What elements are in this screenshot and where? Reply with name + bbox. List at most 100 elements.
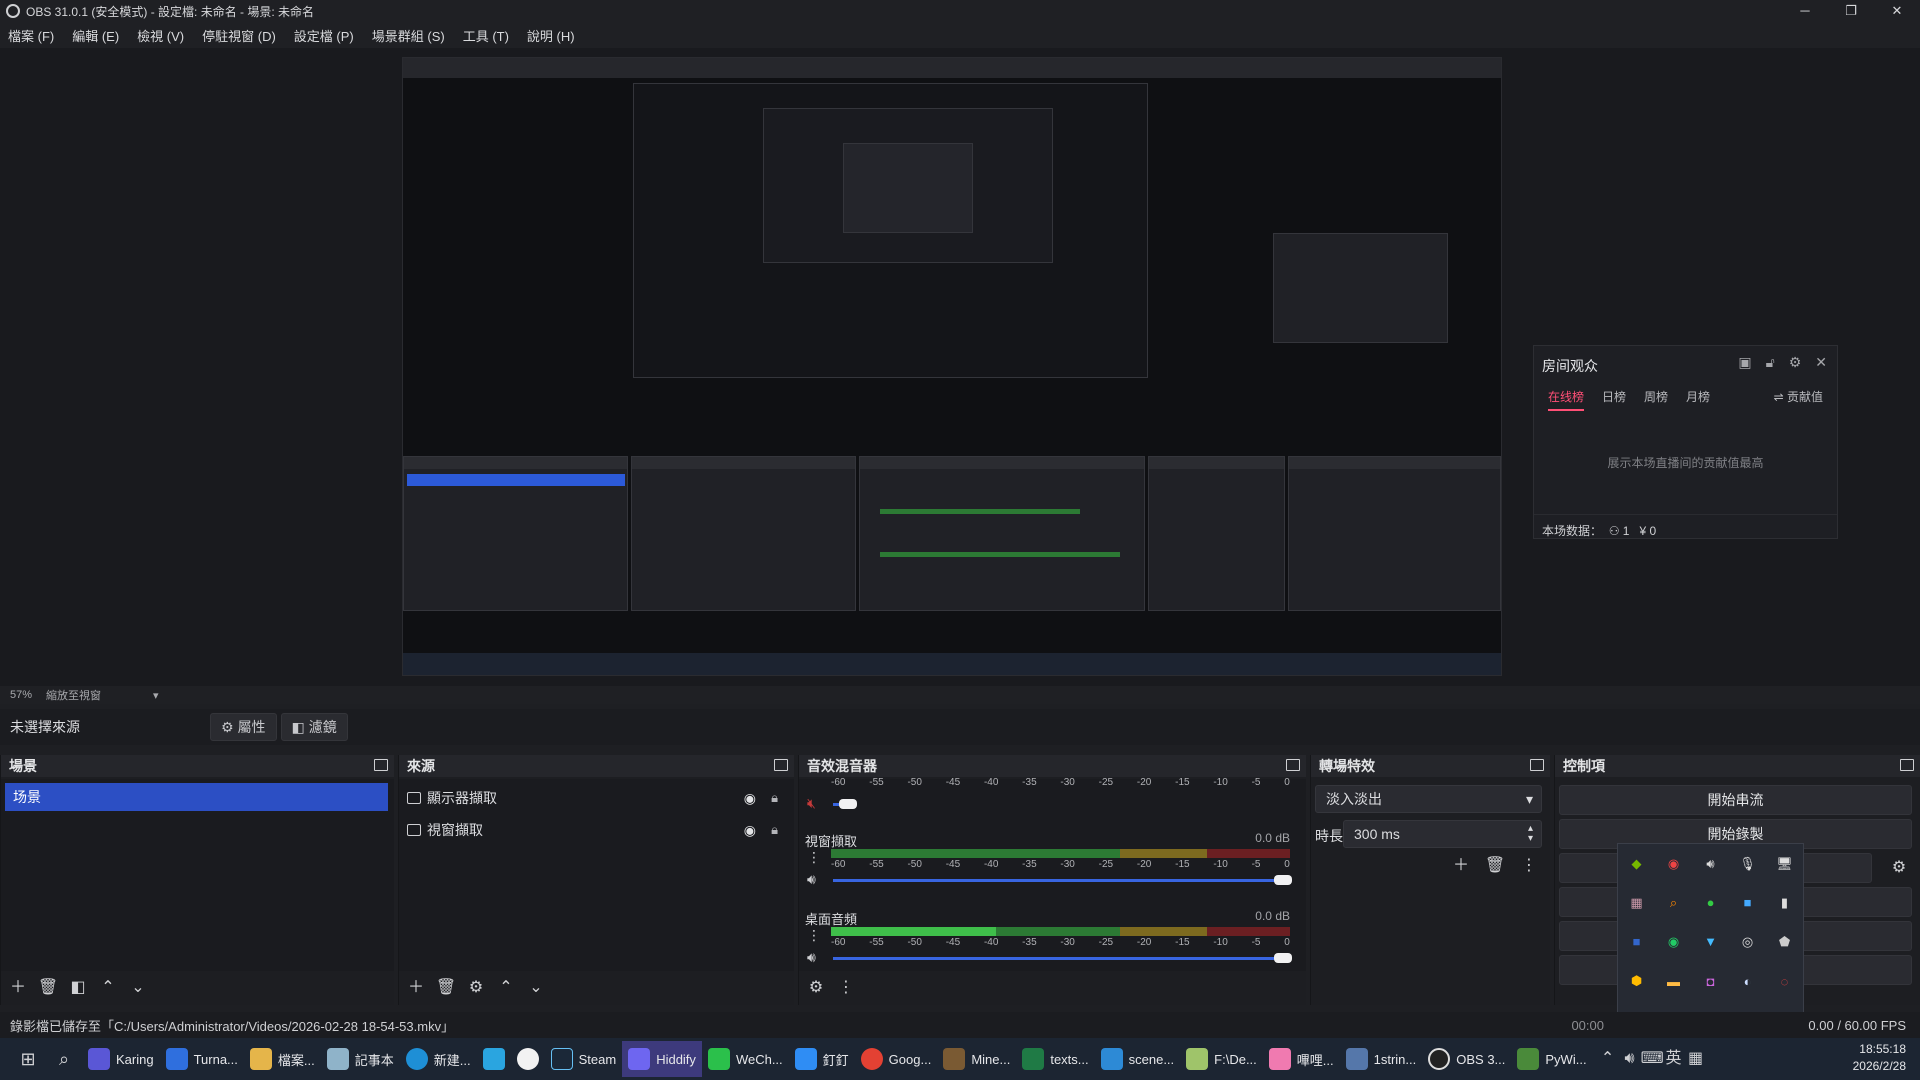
app-icon[interactable]: ▦	[1618, 883, 1655, 922]
taskbar-app[interactable]: F:\De...	[1180, 1041, 1263, 1077]
taskbar-app[interactable]: scene...	[1095, 1041, 1181, 1077]
source-item[interactable]: 顯示器擷取 ◉ 🔒︎	[403, 783, 788, 813]
properties-button[interactable]: ⚙ 屬性	[210, 713, 277, 741]
slider-knob[interactable]	[1274, 953, 1292, 963]
track-menu-icon[interactable]: ⋮	[807, 849, 821, 866]
add-transition-icon[interactable]: ＋	[1450, 855, 1472, 877]
taskbar-app[interactable]: PyWi...	[1511, 1041, 1592, 1077]
folder-icon[interactable]: ▬	[1655, 962, 1692, 1001]
menu-profile[interactable]: 設定檔 (P)	[294, 26, 354, 45]
steam-icon[interactable]: ◐	[1729, 962, 1766, 1001]
undock-icon[interactable]	[1900, 759, 1914, 771]
tab-daily[interactable]: 日榜	[1602, 388, 1626, 411]
mixer-menu-icon[interactable]: ⋮	[835, 977, 857, 999]
microphone-icon[interactable]: 🎙︎	[1729, 844, 1766, 883]
taskbar-app[interactable]: Goog...	[855, 1041, 938, 1077]
filters-button[interactable]: ◧ 濾鏡	[280, 713, 348, 741]
menu-edit[interactable]: 編輯 (E)	[72, 26, 119, 45]
volume-slider[interactable]	[833, 953, 1292, 963]
taskbar-app[interactable]: 釘釘	[789, 1041, 855, 1077]
taskbar-app[interactable]: 檔案...	[244, 1041, 321, 1077]
add-source-icon[interactable]: ＋	[405, 977, 427, 999]
tab-online[interactable]: 在线榜	[1548, 388, 1585, 411]
remove-scene-icon[interactable]: 🗑︎	[37, 977, 59, 999]
sync-icon[interactable]: ◎	[1729, 922, 1766, 961]
vpn-icon[interactable]: ▼	[1692, 922, 1729, 961]
search-icon[interactable]: ⌕	[46, 1048, 82, 1070]
tab-monthly[interactable]: 月榜	[1686, 388, 1710, 411]
taskbar-app[interactable]: Steam	[545, 1041, 623, 1077]
visibility-eye-icon[interactable]: ◉	[744, 790, 756, 807]
menu-file[interactable]: 檔案 (F)	[8, 26, 54, 45]
popup-lock-icon[interactable]: 🔓︎	[1766, 354, 1775, 371]
taskbar-app[interactable]	[511, 1041, 545, 1077]
advanced-audio-icon[interactable]: ⚙	[805, 977, 827, 999]
wechat-icon[interactable]: ◉	[1655, 922, 1692, 961]
menu-docks[interactable]: 停駐視窗 (D)	[202, 26, 276, 45]
volume-icon[interactable]: 🔊︎	[1692, 844, 1729, 883]
settings-gear-icon[interactable]: ⚙	[1888, 857, 1910, 879]
move-up-icon[interactable]: ⌃	[495, 977, 517, 999]
taskbar-app[interactable]: Mine...	[937, 1041, 1016, 1077]
speaker-icon[interactable]: 🔊︎	[807, 871, 816, 888]
muted-speaker-icon[interactable]: 🔇︎	[807, 795, 816, 812]
signal-icon[interactable]: ▮	[1766, 883, 1803, 922]
menu-scene-collection[interactable]: 場景群組 (S)	[372, 26, 445, 45]
transition-menu-icon[interactable]: ⋮	[1518, 855, 1540, 877]
spin-arrows-icon[interactable]: ▴ ▾	[1528, 824, 1533, 844]
popup-close-icon[interactable]: ✕	[1815, 354, 1827, 371]
tray-chevron-icon[interactable]: ⌃	[1597, 1048, 1619, 1070]
undock-icon[interactable]	[774, 759, 788, 771]
taskbar-app[interactable]: WeCh...	[702, 1041, 789, 1077]
taskbar-app[interactable]: OBS 3...	[1422, 1041, 1511, 1077]
menu-help[interactable]: 說明 (H)	[527, 26, 575, 45]
system-clock[interactable]: 18:55:18 2026/2/28	[1853, 1041, 1906, 1075]
menu-tools[interactable]: 工具 (T)	[463, 26, 509, 45]
taskbar-app[interactable]: Karing	[82, 1041, 160, 1077]
start-icon[interactable]: ⊞	[10, 1048, 46, 1070]
undock-icon[interactable]	[1530, 759, 1544, 771]
speaker-icon[interactable]: 🔊︎	[807, 949, 816, 966]
volume-slider[interactable]	[833, 799, 857, 809]
keyboard-icon[interactable]: ⌨	[1641, 1048, 1664, 1070]
scene-filters-icon[interactable]: ◧	[67, 977, 89, 999]
telegram-icon[interactable]: ■	[1729, 883, 1766, 922]
obs-tray-icon[interactable]: ◉	[1655, 844, 1692, 883]
add-scene-icon[interactable]: ＋	[7, 977, 29, 999]
source-item[interactable]: 視窗擷取 ◉ 🔒︎	[403, 815, 788, 845]
bilibili-icon[interactable]: ◘	[1692, 962, 1729, 1001]
start-streaming-button[interactable]: 開始串流	[1559, 785, 1912, 815]
preview-canvas[interactable]	[402, 57, 1502, 676]
volume-icon[interactable]: 🔊︎	[1619, 1048, 1641, 1070]
transition-select[interactable]: 淡入淡出 ▾	[1315, 785, 1542, 813]
zoom-mode-select[interactable]: 縮放至視窗 ▾	[46, 687, 158, 703]
game-icon[interactable]: ◌	[1766, 962, 1803, 1001]
taskbar-app[interactable]	[477, 1041, 511, 1077]
taskbar-app[interactable]: 記事本	[321, 1041, 400, 1077]
lock-icon[interactable]: 🔒︎	[771, 790, 778, 806]
remove-source-icon[interactable]: 🗑︎	[435, 977, 457, 999]
lock-icon[interactable]: 🔒︎	[771, 822, 778, 838]
taskbar-app[interactable]: Turna...	[160, 1041, 244, 1077]
source-properties-icon[interactable]: ⚙	[465, 977, 487, 999]
visibility-eye-icon[interactable]: ◉	[744, 822, 756, 839]
minimize-button[interactable]: ─	[1782, 0, 1828, 22]
undock-icon[interactable]	[374, 759, 388, 771]
move-down-icon[interactable]: ⌄	[525, 977, 547, 999]
duration-spinbox[interactable]: 300 ms ▴ ▾	[1343, 820, 1542, 848]
network-icon[interactable]: ■	[1618, 922, 1655, 961]
ime-mode-icon[interactable]: ▦	[1685, 1048, 1707, 1070]
move-up-icon[interactable]: ⌃	[97, 977, 119, 999]
taskbar-app[interactable]: 新建...	[400, 1041, 477, 1077]
undock-icon[interactable]	[1286, 759, 1300, 771]
taskbar-app[interactable]: 1strin...	[1340, 1041, 1423, 1077]
popup-pin-icon[interactable]: ▣	[1738, 354, 1751, 371]
move-down-icon[interactable]: ⌄	[127, 977, 149, 999]
slider-knob[interactable]	[1274, 875, 1292, 885]
tab-weekly[interactable]: 周榜	[1644, 388, 1668, 411]
close-button[interactable]: ✕	[1874, 0, 1920, 22]
ime-indicator[interactable]: 英	[1663, 1048, 1685, 1070]
taskbar-app[interactable]: texts...	[1016, 1041, 1094, 1077]
shield-icon[interactable]: ⬟	[1766, 922, 1803, 961]
popup-settings-icon[interactable]: ⚙	[1789, 354, 1802, 371]
